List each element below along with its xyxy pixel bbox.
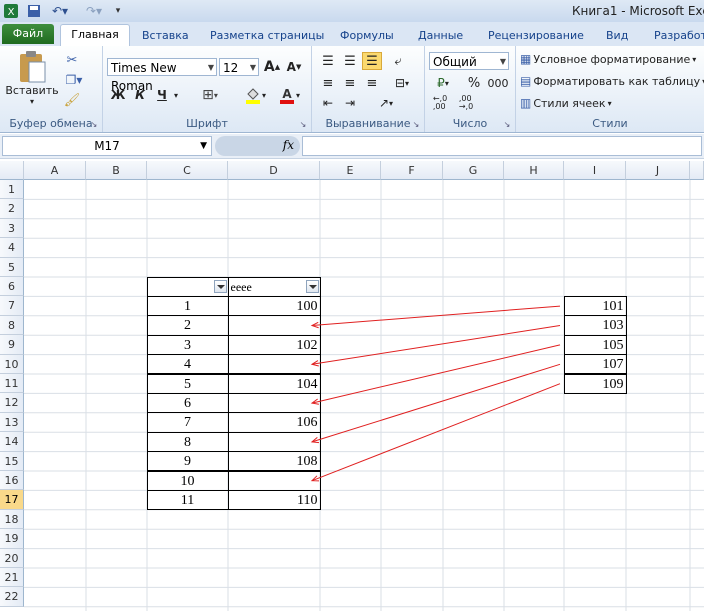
currency-icon[interactable]: ₽ ▾ (429, 74, 457, 92)
decrease-indent-icon[interactable]: ⇤ (318, 94, 338, 112)
copy-icon[interactable]: ❐▾ (62, 72, 86, 88)
arrow-line (311, 383, 561, 482)
svg-text:A: A (282, 87, 292, 101)
font-group: Times New Roman ▼ 12 ▼ A ▲ A ▼ Ж К Ч ▾ ⊞ ▾ ▾ … (103, 46, 312, 132)
format-as-table-label: Форматировать как таблицу (533, 74, 701, 88)
align-right-icon[interactable]: ≡ (362, 74, 382, 92)
formula-tools: fx (215, 136, 300, 156)
font-launcher-icon[interactable]: ↘ (298, 119, 308, 129)
shrink-font-icon[interactable]: A ▼ (285, 58, 303, 76)
tab-review[interactable]: Рецензирование (488, 26, 584, 46)
align-middle-icon[interactable]: ☰ (340, 52, 360, 70)
chevron-down-icon[interactable]: ▼ (200, 137, 207, 156)
increase-decimal-icon[interactable]: ←,0,00 (429, 94, 451, 112)
borders-icon[interactable]: ⊞ ▾ (197, 86, 223, 104)
arrow-line (311, 344, 561, 404)
formula-bar: M17 ▼ fx (0, 134, 704, 159)
align-top-icon[interactable]: ☰ (318, 52, 338, 70)
ribbon: Вставить ▾ ✂ ❐▾ 🖌 Буфер обмена ↘ Times N… (0, 46, 704, 133)
insert-function-button[interactable]: fx (283, 138, 294, 152)
number-launcher-icon[interactable]: ↘ (502, 119, 512, 129)
underline-button[interactable]: Ч (153, 86, 171, 104)
number-group: Общий ▼ ₽ ▾ % 000 ←,0,00 ,00 →,0 Число ↘ (425, 46, 516, 132)
conditional-formatting-label: Условное форматирование (533, 52, 691, 66)
format-painter-icon[interactable]: 🖌 (62, 92, 82, 108)
arrow-line (311, 325, 561, 365)
alignment-group-label: Выравнивание (325, 117, 411, 130)
undo-icon[interactable]: ↶▾ (48, 3, 72, 19)
conditional-formatting-icon: ▦ (520, 52, 532, 66)
arrow-annotations (310, 305, 561, 482)
styles-group: ▦ Условное форматирование ▾ ▤ Форматировать… (516, 46, 704, 132)
alignment-group: ☰ ☰ ☰ ⤶ ≡ ≡ ≡ ⊟ ▾ ⇤ ⇥ ↗ ▾ Выравнивание ↘ (312, 46, 425, 132)
paste-label: Вставить (5, 84, 59, 97)
redo-icon[interactable]: ↷▾ (82, 3, 106, 19)
wrap-text-icon[interactable]: ⤶ (388, 52, 408, 70)
percent-button[interactable]: % (465, 74, 483, 92)
number-format-value: Общий (433, 55, 477, 69)
merge-center-icon[interactable]: ⊟ ▾ (388, 74, 416, 92)
tab-formulas[interactable]: Формулы (340, 26, 394, 46)
font-group-label: Шрифт (186, 117, 228, 130)
alignment-launcher-icon[interactable]: ↘ (411, 119, 421, 129)
cell-styles-icon: ▥ (520, 96, 532, 110)
tab-insert[interactable]: Вставка (142, 26, 189, 46)
paste-icon (20, 51, 46, 83)
italic-button[interactable]: К (131, 86, 149, 104)
clipboard-group: Вставить ▾ ✂ ❐▾ 🖌 Буфер обмена ↘ (0, 46, 103, 132)
chevron-down-icon: ▼ (249, 63, 256, 72)
styles-group-label: Стили (592, 117, 628, 130)
clipboard-group-label: Буфер обмена (9, 117, 93, 130)
clipboard-launcher-icon[interactable]: ↘ (89, 119, 99, 129)
worksheet-grid[interactable]: A B C D E F G H I J 1 2 3 4 5 6 7 8 9 10 11 12 13 14 15 16 17 18 19 2… (0, 161, 704, 611)
window-title: Книга1 - Microsoft Excel (572, 4, 704, 18)
font-size-value: 12 (223, 61, 239, 75)
thousands-button[interactable]: 000 (487, 74, 509, 92)
increase-indent-icon[interactable]: ⇥ (340, 94, 360, 112)
excel-logo-icon: X (2, 3, 20, 19)
tab-view[interactable]: Вид (606, 26, 628, 46)
tab-file[interactable]: Файл (2, 24, 54, 44)
align-left-icon[interactable]: ≡ (318, 74, 338, 92)
conditional-formatting-button[interactable]: ▦ Условное форматирование ▾ (520, 50, 702, 68)
paste-button[interactable]: Вставить ▾ (5, 50, 59, 106)
arrow-line (311, 363, 561, 443)
align-center-icon[interactable]: ≡ (340, 74, 360, 92)
tab-home[interactable]: Главная (60, 24, 130, 47)
save-icon[interactable] (26, 3, 42, 19)
formula-input[interactable] (302, 136, 702, 156)
align-bottom-icon[interactable]: ☰ (362, 52, 382, 70)
chevron-down-icon[interactable]: ▾ (171, 86, 181, 104)
name-box-value: M17 (94, 139, 120, 153)
bold-button[interactable]: Ж (109, 86, 127, 104)
tab-data[interactable]: Данные (418, 26, 463, 46)
name-box[interactable]: M17 ▼ (2, 136, 212, 156)
cell-styles-button[interactable]: ▥ Стили ячеек ▾ (520, 94, 702, 112)
chevron-down-icon: ▼ (499, 57, 506, 66)
fill-color-icon[interactable]: ▾ (241, 86, 269, 104)
grow-font-icon[interactable]: A ▲ (263, 58, 281, 76)
number-format-combo[interactable]: Общий ▼ (429, 52, 509, 70)
font-color-icon[interactable]: A ▾ (275, 86, 303, 104)
decrease-decimal-icon[interactable]: ,00 →,0 (455, 94, 477, 112)
title-bar: X ↶▾ ↷▾ ▾ Книга1 - Microsoft Excel (0, 0, 704, 23)
orientation-icon[interactable]: ↗ ▾ (372, 94, 400, 112)
customize-toolbar-icon[interactable]: ▾ (112, 3, 124, 19)
cut-icon[interactable]: ✂ (62, 52, 82, 68)
format-as-table-button[interactable]: ▤Форматировать как таблицу▾ (520, 72, 704, 90)
tab-page-layout[interactable]: Разметка страницы (210, 26, 324, 46)
cell-styles-label: Стили ячеек (533, 96, 606, 110)
ribbon-tabs: Файл Главная Вставка Разметка страницы Ф… (0, 22, 704, 47)
font-name-combo[interactable]: Times New Roman ▼ (107, 58, 217, 93)
tab-developer[interactable]: Разработ (654, 26, 704, 46)
format-table-icon: ▤ (520, 74, 532, 88)
chevron-down-icon: ▼ (207, 63, 214, 72)
arrow-line (311, 305, 561, 326)
font-size-combo[interactable]: 12 ▼ (219, 58, 259, 76)
svg-text:X: X (8, 7, 15, 18)
